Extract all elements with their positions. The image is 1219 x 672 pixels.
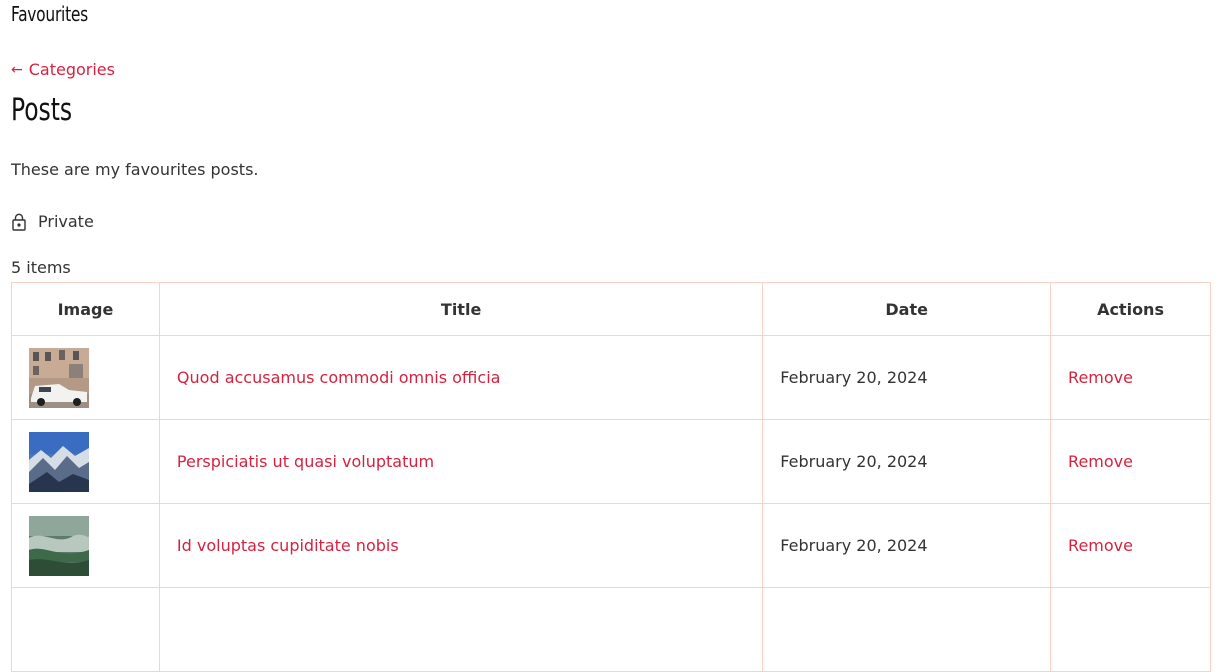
date-cell: February 20, 2024 [762,335,1052,420]
privacy-status: Private [11,212,94,231]
table-row: Quod accusamus commodi omnis officia Feb… [11,335,1211,420]
table-row: Id voluptas cupiditate nobis February 20… [11,503,1211,588]
actions-cell: Remove [1050,503,1211,588]
remove-button[interactable]: Remove [1068,368,1133,387]
title-cell [158,587,764,672]
title-cell: Id voluptas cupiditate nobis [158,503,764,588]
back-to-categories-link[interactable]: ← Categories [11,60,115,79]
post-title-link[interactable]: Perspiciatis ut quasi voluptatum [177,452,434,471]
title-cell: Quod accusamus commodi omnis officia [158,335,764,420]
back-link-label: Categories [28,60,115,79]
page-title: Posts [11,92,73,128]
actions-cell: Remove [1050,419,1211,504]
remove-button[interactable]: Remove [1068,452,1133,471]
image-cell [11,335,160,420]
post-thumbnail[interactable] [29,347,89,408]
image-cell [11,419,160,504]
date-cell [762,587,1052,672]
column-header-date: Date [762,282,1052,336]
post-thumbnail[interactable] [29,431,89,492]
post-thumbnail[interactable] [29,515,89,576]
post-title-link[interactable]: Quod accusamus commodi omnis officia [177,368,501,387]
privacy-label: Private [38,212,94,231]
image-cell [11,503,160,588]
favourites-table: Image Title Date Actions Quod accusamus … [11,282,1211,672]
arrow-left-icon: ← [11,61,23,78]
actions-cell: Remove [1050,335,1211,420]
item-count: 5 items [11,258,71,277]
table-header-row: Image Title Date Actions [11,282,1211,336]
site-title[interactable]: Favourites [11,2,88,26]
table-row: Perspiciatis ut quasi voluptatum Februar… [11,419,1211,504]
post-title-link[interactable]: Id voluptas cupiditate nobis [177,536,399,555]
table-row [11,587,1211,672]
lock-icon [11,213,27,231]
column-header-image: Image [11,282,160,336]
column-header-title: Title [158,282,764,336]
date-cell: February 20, 2024 [762,419,1052,504]
remove-button[interactable]: Remove [1068,536,1133,555]
date-cell: February 20, 2024 [762,503,1052,588]
page-description: These are my favourites posts. [11,160,259,179]
image-cell [11,587,160,672]
title-cell: Perspiciatis ut quasi voluptatum [158,419,764,504]
actions-cell [1050,587,1211,672]
column-header-actions: Actions [1050,282,1211,336]
